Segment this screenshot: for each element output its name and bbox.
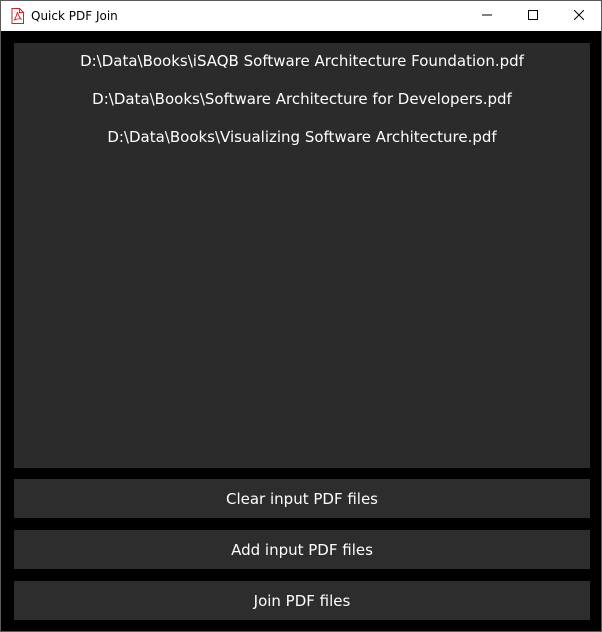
- minimize-button[interactable]: [464, 1, 510, 31]
- window-title: Quick PDF Join: [31, 9, 118, 23]
- pdf-document-icon: [11, 8, 24, 24]
- title-bar[interactable]: Quick PDF Join: [1, 1, 601, 31]
- file-list-item[interactable]: D:\Data\Books\Software Architecture for …: [14, 80, 590, 118]
- main-content: D:\Data\Books\iSAQB Software Architectur…: [1, 31, 601, 631]
- minimize-icon: [482, 7, 492, 25]
- close-icon: [573, 7, 585, 25]
- maximize-icon: [528, 7, 538, 25]
- join-pdf-files-button[interactable]: Join PDF files: [14, 581, 590, 620]
- close-button[interactable]: [556, 1, 602, 31]
- add-input-files-button[interactable]: Add input PDF files: [14, 530, 590, 569]
- file-list-item[interactable]: D:\Data\Books\iSAQB Software Architectur…: [14, 42, 590, 80]
- maximize-button[interactable]: [510, 1, 556, 31]
- clear-input-files-button[interactable]: Clear input PDF files: [14, 479, 590, 518]
- app-window: Quick PDF Join D:\Data\Books\iSAQB Softw…: [0, 0, 602, 632]
- file-list-item[interactable]: D:\Data\Books\Visualizing Software Archi…: [14, 118, 590, 156]
- input-file-list[interactable]: D:\Data\Books\iSAQB Software Architectur…: [14, 43, 590, 468]
